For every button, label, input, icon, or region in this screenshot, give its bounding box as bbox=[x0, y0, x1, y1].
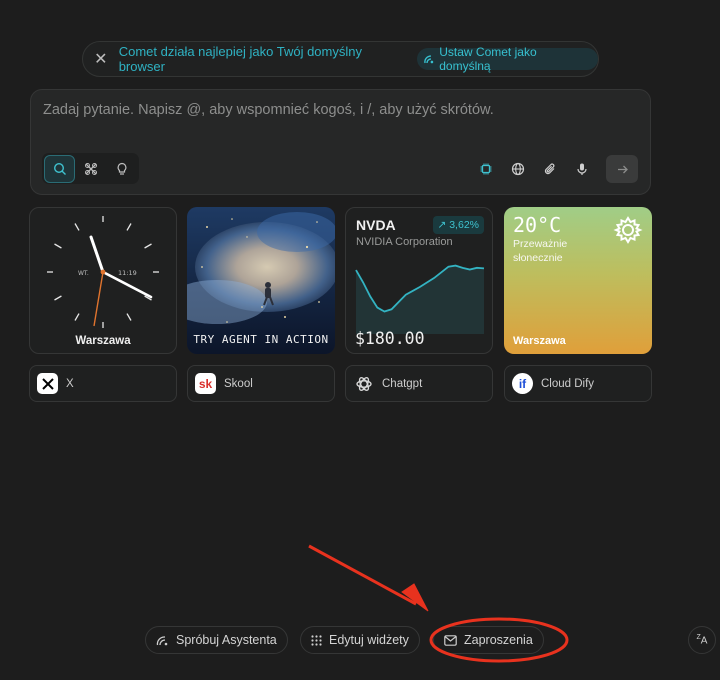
clock-tick bbox=[54, 243, 62, 249]
shortcut-x[interactable]: X bbox=[29, 365, 177, 402]
stock-widget[interactable]: NVDA NVIDIA Corporation ↗ 3,62% $180.00 bbox=[345, 207, 493, 354]
analog-clock: WT. 11:19 bbox=[47, 216, 159, 328]
trend-up-icon: ↗ bbox=[437, 219, 450, 231]
chip-icon bbox=[480, 163, 492, 175]
stock-price: $180.00 bbox=[355, 329, 425, 348]
set-default-button[interactable]: Ustaw Comet jako domyślną bbox=[417, 45, 598, 73]
shortcut-label: Chatgpt bbox=[382, 377, 423, 390]
set-default-label: Ustaw Comet jako domyślną bbox=[439, 45, 537, 73]
submit-button[interactable] bbox=[606, 155, 638, 183]
agent-promo-widget[interactable]: TRY AGENT IN ACTION bbox=[187, 207, 335, 354]
clock-city: Warszawa bbox=[75, 335, 131, 347]
shortcut-label: Cloud Dify bbox=[541, 377, 595, 390]
shortcut-skool[interactable]: sk Skool bbox=[187, 365, 335, 402]
sun-icon bbox=[613, 216, 643, 244]
shortcut-cloud-dify[interactable]: if Cloud Dify bbox=[504, 365, 652, 402]
globe-icon bbox=[511, 162, 525, 176]
lightbulb-icon bbox=[117, 162, 126, 175]
model-chip-button[interactable] bbox=[470, 154, 502, 184]
stock-sparkline bbox=[355, 264, 485, 334]
sparkline-area bbox=[356, 265, 484, 334]
voice-button[interactable] bbox=[566, 154, 598, 184]
clock-tick bbox=[74, 313, 80, 321]
weather-temp: 20°C bbox=[513, 213, 562, 237]
clock-tick bbox=[74, 223, 80, 231]
arrow-right-icon bbox=[617, 165, 628, 173]
clock-widget[interactable]: WT. 11:19 Warszawa bbox=[29, 207, 177, 354]
invites-label: Zaproszenia bbox=[464, 633, 533, 647]
x-logo-icon bbox=[37, 373, 58, 394]
stock-change: 3,62% bbox=[449, 219, 479, 231]
paperclip-icon bbox=[544, 163, 555, 175]
default-browser-banner: ✕ Comet działa najlepiej jako Twój domyś… bbox=[82, 41, 599, 77]
clock-day: WT. bbox=[78, 270, 89, 277]
close-banner-icon[interactable]: ✕ bbox=[83, 49, 119, 69]
hour-hand bbox=[89, 235, 105, 274]
agent-promo-label: TRY AGENT IN ACTION bbox=[193, 333, 329, 346]
search-icon bbox=[53, 162, 66, 175]
translate-icon: ZA bbox=[696, 633, 708, 647]
clock-tick bbox=[126, 313, 132, 321]
clock-tick bbox=[126, 223, 132, 231]
labs-mode-button[interactable] bbox=[106, 155, 137, 183]
try-assistant-button[interactable]: Spróbuj Asystenta bbox=[145, 626, 288, 654]
stock-change-badge: ↗ 3,62% bbox=[432, 216, 484, 234]
second-hand bbox=[93, 271, 104, 327]
invites-button[interactable]: Zaproszenia bbox=[433, 626, 544, 654]
weather-widget[interactable]: 20°C Przeważnie słonecznie Warszawa bbox=[504, 207, 652, 354]
chatgpt-logo-icon bbox=[353, 373, 374, 394]
clock-tick bbox=[54, 295, 62, 301]
stock-ticker: NVDA bbox=[356, 217, 396, 233]
mode-switcher bbox=[42, 153, 139, 184]
attach-button[interactable] bbox=[534, 154, 566, 184]
skool-logo-icon: sk bbox=[195, 373, 216, 394]
language-button[interactable]: ZA bbox=[688, 626, 716, 654]
comet-icon bbox=[156, 635, 168, 645]
clock-digital-time: 11:19 bbox=[118, 269, 137, 277]
shortcut-label: X bbox=[66, 377, 74, 390]
dify-logo-icon: if bbox=[512, 373, 533, 394]
weather-condition: Przeważnie słonecznie bbox=[513, 238, 568, 264]
edit-widgets-button[interactable]: Edytuj widżety bbox=[300, 626, 420, 654]
astronaut-space-image bbox=[187, 207, 335, 354]
weather-city: Warszawa bbox=[513, 335, 566, 347]
ask-input[interactable]: Zadaj pytanie. Napisz @, aby wspomnieć k… bbox=[43, 102, 494, 118]
banner-message: Comet działa najlepiej jako Twój domyśln… bbox=[118, 44, 362, 74]
shortcut-chatgpt[interactable]: Chatgpt bbox=[345, 365, 493, 402]
comet-icon bbox=[424, 55, 434, 64]
mail-icon bbox=[444, 634, 457, 646]
shortcut-label: Skool bbox=[224, 377, 253, 390]
research-mode-button[interactable] bbox=[75, 155, 106, 183]
sources-button[interactable] bbox=[502, 154, 534, 184]
mic-icon bbox=[577, 163, 587, 175]
clock-tick bbox=[144, 243, 152, 249]
grid-dots-icon bbox=[311, 634, 322, 646]
try-assistant-label: Spróbuj Asystenta bbox=[176, 633, 277, 647]
search-mode-button[interactable] bbox=[44, 154, 76, 183]
ask-box[interactable]: Zadaj pytanie. Napisz @, aby wspomnieć k… bbox=[30, 89, 651, 195]
ask-tools bbox=[470, 154, 638, 184]
stock-company: NVIDIA Corporation bbox=[356, 236, 453, 248]
apps-icon bbox=[84, 162, 97, 175]
edit-widgets-label: Edytuj widżety bbox=[329, 633, 409, 647]
